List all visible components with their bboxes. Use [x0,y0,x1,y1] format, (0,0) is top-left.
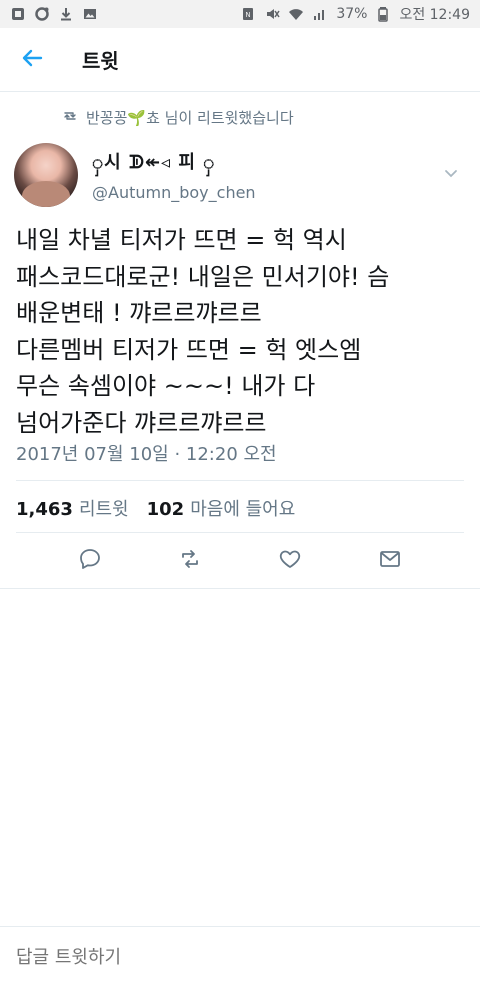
retweets-stat[interactable]: 1,463 리트윗 [16,495,129,521]
clock: 오전 12:49 [399,7,470,23]
mute-icon [264,6,280,22]
reply-icon [78,547,102,575]
retweets-label: 리트윗 [78,499,129,520]
reply-button[interactable] [70,541,110,581]
display-name: ှ시 ᗫ↞◃ 피 ှ [92,152,216,173]
tweet-stats: 1,463 리트윗 102 마음에 들어요 [16,495,295,521]
tweet-actions [0,538,480,584]
signal-icon [312,6,328,22]
share-button[interactable] [370,541,410,581]
wifi-icon [288,6,304,22]
tweet-line: 배운변태 ! 꺄르르꺄르르 [16,299,262,327]
battery-icon [375,6,391,22]
notification-icon [34,6,50,22]
like-icon [278,547,302,575]
handle: @Autumn_boy_chen [92,183,256,202]
app-bar: 트윗 [0,28,480,92]
divider [16,532,464,533]
likes-stat[interactable]: 102 마음에 들어요 [147,495,296,521]
author-names[interactable]: ှ시 ᗫ↞◃ 피 ှ @Autumn_boy_chen [92,148,438,202]
nfc-icon: N [240,6,256,22]
chevron-down-icon [443,165,459,185]
tweet-line: 넘어가준다 꺄르르꺄르르 [16,408,267,437]
status-bar-left [10,6,98,22]
tweet-text: 내일 차녈 티저가 뜨면 = 헉 역시 패스코드대로군! 내일은 민서기야! 슴… [16,222,464,441]
tweet-line: 무슨 속셈이야 ~~~! 내가 다 [16,372,316,400]
share-icon [378,547,402,575]
image-icon [82,6,98,22]
back-arrow-icon [20,46,44,74]
battery-percent: 37% [336,6,368,22]
avatar[interactable] [14,143,78,207]
likes-count: 102 [146,499,185,520]
retweet-context-text: 반꽁꽁🌱쵸 님이 리트윗했습니다 [86,109,294,127]
tweet-menu-button[interactable] [438,162,464,188]
tweet-author: ှ시 ᗫ↞◃ 피 ှ @Autumn_boy_chen [14,142,466,208]
app-icon [10,6,26,22]
reply-input[interactable] [16,946,456,968]
divider [16,480,464,481]
tweet-line: 내일 차녈 티저가 뜨면 = 헉 역시 [16,226,347,254]
divider [0,588,480,589]
likes-label: 마음에 들어요 [190,499,296,520]
retweet-small-icon [62,108,78,128]
retweet-icon [178,547,202,575]
tweet-line: 패스코드대로군! 내일은 민서기야! 슴 [16,262,390,291]
retweet-button[interactable] [170,541,210,581]
tweet-timestamp: 2017년 07월 10일 · 12:20 오전 [16,444,277,465]
svg-text:N: N [246,11,251,19]
reply-bar [0,926,480,987]
like-button[interactable] [270,541,310,581]
back-button[interactable] [0,28,64,92]
page-title: 트윗 [82,49,119,73]
tweet-line: 다른멤버 티저가 뜨면 = 헉 엣스엠 [16,335,362,364]
status-bar: N 37% 오전 12:49 [0,0,480,28]
download-icon [58,6,74,22]
retweet-context[interactable]: 반꽁꽁🌱쵸 님이 리트윗했습니다 [62,107,294,128]
status-bar-right: N 37% 오전 12:49 [240,4,470,24]
retweets-count: 1,463 [16,499,73,520]
